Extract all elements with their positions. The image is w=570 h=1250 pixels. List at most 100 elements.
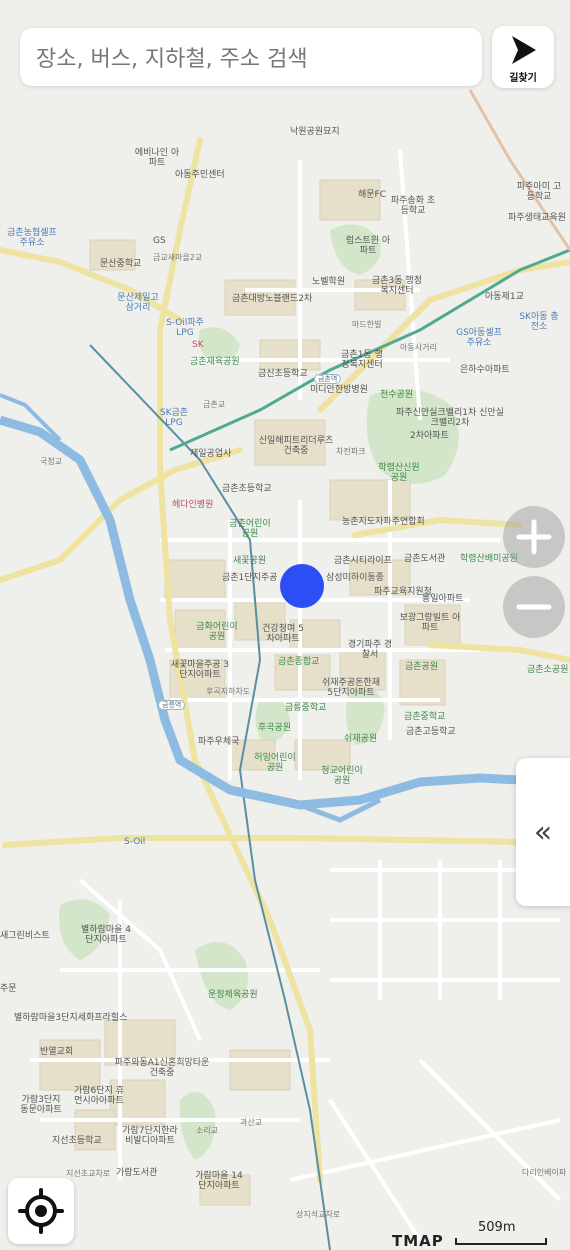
map-label: 금촌도서관 bbox=[404, 554, 446, 564]
map-label: 2차아파트 bbox=[410, 431, 449, 441]
crosshair-icon bbox=[18, 1188, 64, 1234]
map-label: 금촌중학교 bbox=[404, 712, 446, 722]
map-label: 금촌대방노블랜드2차 bbox=[232, 294, 313, 304]
map-label: 파주신안실크밸리1차 신안실크밸리2차 bbox=[396, 408, 504, 429]
map-label: 후곡지하차도 bbox=[206, 687, 251, 696]
map-canvas[interactable]: 낙원공원묘지 에비나인 아파트 아동주민센터 파주송화 초등학교 해문FC 파주… bbox=[0, 0, 570, 1250]
map-label: S-Oil파주 LPG bbox=[166, 318, 204, 339]
map-label: 파주와동A1신혼희망타운 건축중 bbox=[114, 1058, 210, 1079]
map-label: 미디안한방병원 bbox=[310, 385, 368, 395]
map-label: 문산중학교 bbox=[100, 259, 142, 269]
map-label: 과산교 bbox=[240, 1118, 263, 1127]
map-label: 마드한빌 bbox=[352, 320, 382, 329]
map-label: 운정체육공원 bbox=[208, 990, 258, 1000]
plus-icon bbox=[516, 519, 552, 555]
map-label: 금촌역 bbox=[314, 374, 342, 385]
map-label: S-Oil bbox=[124, 837, 146, 847]
map-label: 보광그랑빌트 아파트 bbox=[399, 613, 461, 634]
map-label: 금촌교 bbox=[203, 400, 226, 409]
map-label: 파주아미 고등학교 bbox=[516, 182, 562, 203]
map-label: 삼성미하이동종 bbox=[326, 573, 384, 583]
map-label: 가람마을 14단지아파트 bbox=[195, 1171, 243, 1192]
map-label: 아동주민센터 bbox=[175, 170, 225, 180]
map-label: 금촌시티라이프 bbox=[334, 556, 392, 566]
map-label: 농촌지도자파주연합회 bbox=[342, 517, 425, 527]
map-label: 지선초교차로 bbox=[66, 1169, 111, 1178]
navigation-arrow-icon bbox=[512, 36, 536, 64]
map-label: 금촌3동 행정복지센터 bbox=[372, 276, 422, 297]
map-label: 건강청며 5차아파트 bbox=[262, 624, 304, 645]
map-label: 제일공업사 bbox=[190, 449, 232, 459]
map-label: 금촌종합교 bbox=[278, 657, 320, 667]
map-label: 낙원공원묘지 bbox=[290, 127, 340, 137]
map-label: 다리인베이파 bbox=[522, 1168, 567, 1177]
map-label: 쉬재공원 bbox=[344, 734, 378, 744]
double-chevron-left-icon: « bbox=[533, 814, 553, 850]
map-label: 금릉역 bbox=[158, 700, 186, 711]
map-label: 청교어린이 공원 bbox=[321, 766, 363, 787]
map-label: GS아동셀프 주유소 bbox=[456, 328, 502, 349]
directions-label: 길찾기 bbox=[509, 73, 537, 84]
map-label: 금신초등학교 bbox=[258, 369, 308, 379]
current-location-marker bbox=[280, 564, 324, 608]
map-label: 천수공원 bbox=[380, 390, 414, 400]
map-label: 금촌재육공원 bbox=[190, 357, 240, 367]
map-label: 금촌소공원 bbox=[527, 665, 569, 675]
zoom-in-button[interactable] bbox=[503, 506, 565, 568]
map-label: 신일해피트리더루츠 건축중 bbox=[258, 436, 334, 457]
map-label: 금촌초등학교 bbox=[222, 484, 272, 494]
map-label: 차전파크 bbox=[336, 447, 366, 456]
map-label: 후곡공원 bbox=[258, 723, 292, 733]
map-label: 주문 bbox=[0, 984, 17, 994]
map-label: 아동제1교 bbox=[485, 292, 524, 302]
zoom-out-button[interactable] bbox=[503, 576, 565, 638]
map-label: 지선초등학교 bbox=[52, 1136, 102, 1146]
map-label: 금교새마을2교 bbox=[153, 253, 203, 262]
map-label: 파주우체국 bbox=[198, 737, 240, 747]
search-input[interactable]: 장소, 버스, 지하철, 주소 검색 bbox=[20, 28, 482, 86]
scale-label: 509m bbox=[478, 1220, 516, 1235]
map-label: GS bbox=[153, 236, 166, 246]
map-label: 금화어린이 공원 bbox=[196, 622, 238, 643]
map-label: 문산제일고 삼거리 bbox=[117, 293, 159, 314]
map-label: 파주송화 초등학교 bbox=[390, 196, 436, 217]
map-label: 경기파주 경찰서 bbox=[347, 640, 393, 661]
map-label: 새그린비스트 bbox=[0, 931, 50, 941]
map-label: 가람6단지 휴먼시아아파트 bbox=[74, 1086, 124, 1107]
map-label: 해문FC bbox=[358, 190, 387, 200]
map-label: 가람도서관 bbox=[116, 1168, 158, 1178]
map-label: SK금촌 LPG bbox=[159, 408, 189, 429]
map-label: 통일아파트 bbox=[422, 594, 464, 604]
map-label: SK bbox=[192, 340, 204, 350]
my-location-button[interactable] bbox=[8, 1178, 74, 1244]
map-label: 금촌고등학교 bbox=[406, 727, 456, 737]
map-label: 금촌어린이 공원 bbox=[229, 519, 271, 540]
map-label: 노벨학원 bbox=[312, 277, 346, 287]
map-label: 새꽃마을주공 3단지아파트 bbox=[170, 660, 230, 681]
map-label: 아동사거리 bbox=[400, 343, 437, 352]
map-label: 헤다인병원 bbox=[172, 500, 214, 510]
map-label: 상지석교차로 bbox=[296, 1210, 341, 1219]
map-label: SK아동 충전소 bbox=[519, 312, 559, 333]
map-label: 금릉중학교 bbox=[285, 703, 327, 713]
map-label: 새꽃공원 bbox=[233, 556, 267, 566]
map-label: 금촌1동 행정복지센터 bbox=[341, 350, 383, 371]
map-label: 학령산신원 공원 bbox=[378, 463, 420, 484]
map-label: 허밍어린이 공원 bbox=[254, 753, 296, 774]
map-label: 에비나인 아파트 bbox=[134, 148, 180, 169]
map-label: 별하람마을 4단지아파트 bbox=[81, 925, 131, 946]
map-label: 금촌공원 bbox=[405, 662, 439, 672]
map-label: 별하람마을3단지세화프라힐스 bbox=[14, 1013, 128, 1023]
map-label: 반열교회 bbox=[40, 1047, 74, 1057]
map-label: 가람3단지 동문아파트 bbox=[20, 1095, 62, 1116]
map-label: 금촌농협셀프 주유소 bbox=[7, 228, 57, 249]
map-label: 쉬재주공돈한재 5단지아파트 bbox=[322, 678, 380, 699]
directions-button[interactable]: 길찾기 bbox=[492, 26, 554, 88]
map-label: 파주생태교육원 bbox=[508, 213, 566, 223]
map-label: 가람7단지한라 비발디아파트 bbox=[122, 1126, 178, 1147]
map-label: 국청교 bbox=[40, 457, 63, 466]
tmap-logo: TMAP bbox=[392, 1232, 444, 1250]
minus-icon bbox=[516, 604, 552, 610]
map-label: 금촌1단지주공 bbox=[222, 573, 278, 583]
expand-panel-button[interactable]: « bbox=[516, 758, 570, 906]
